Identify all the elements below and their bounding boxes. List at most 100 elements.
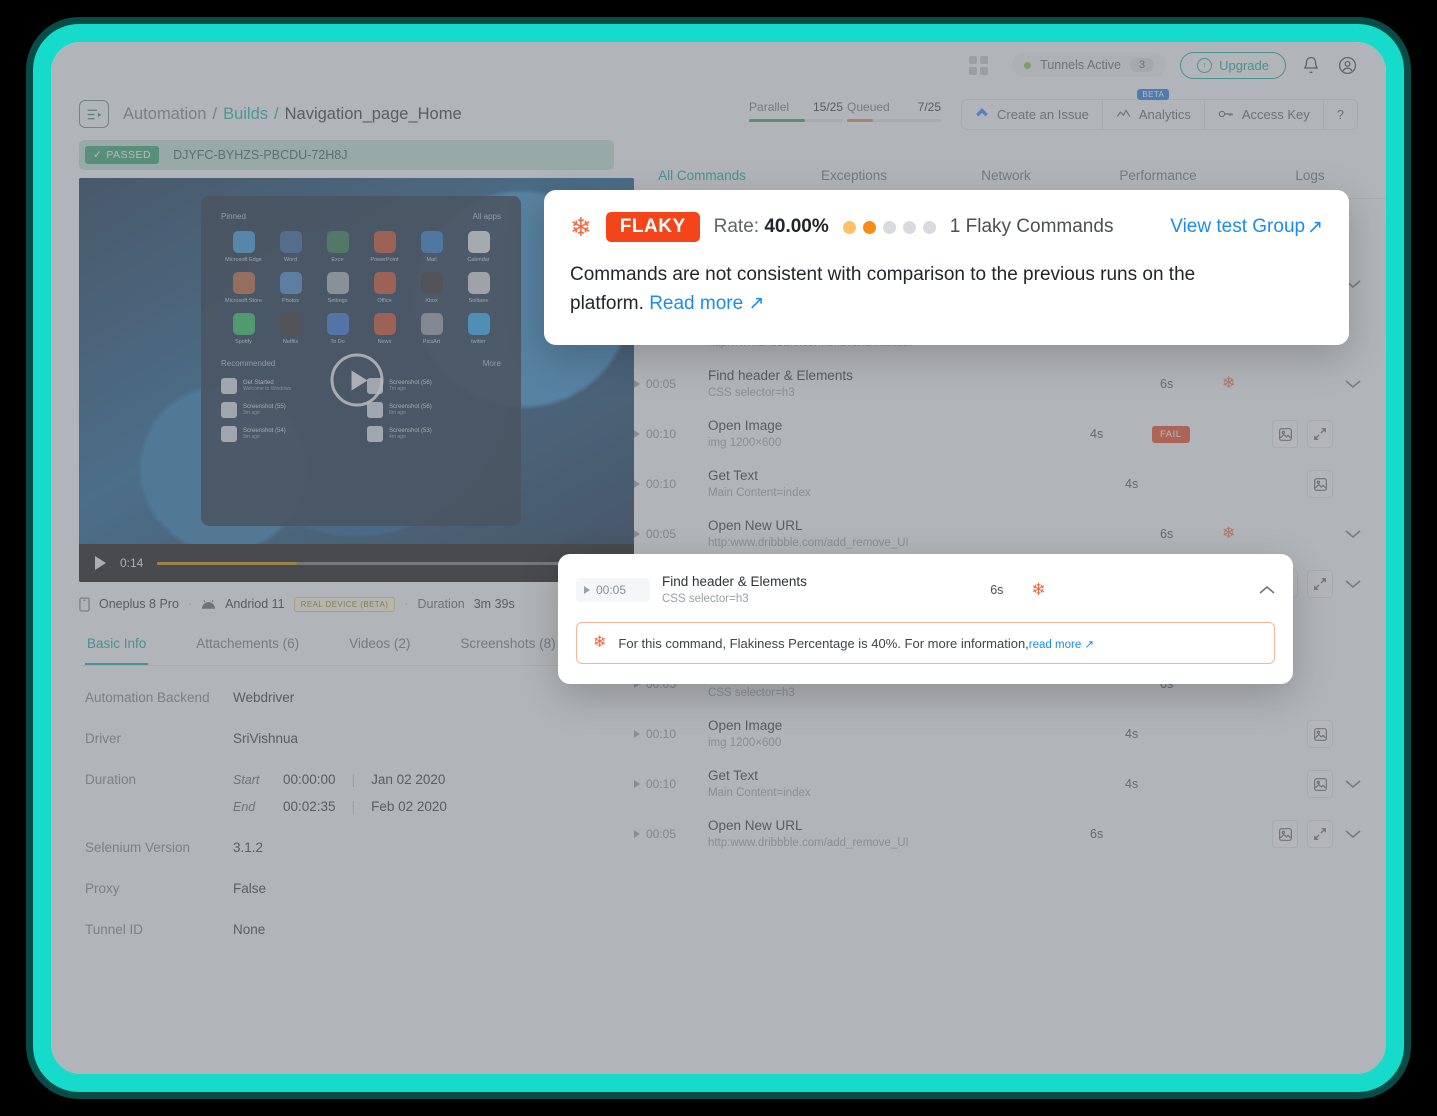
command-row[interactable]: 00:05 Open New URL http:www.dribbble.com/a… — [626, 809, 1378, 859]
play-triangle-icon — [634, 480, 640, 488]
player-controls: 0:14 2:25 — [79, 544, 634, 582]
command-row[interactable]: 00:10 Get Text Main Content=index 4s — [626, 759, 1378, 809]
left-tab-2[interactable]: Videos (2) — [347, 626, 412, 665]
command-duration: 6s — [1160, 377, 1174, 391]
analytics-label: Analytics — [1138, 106, 1191, 122]
flakiness-read-more-link[interactable]: read more ↗ — [1029, 639, 1094, 651]
left-tab-3[interactable]: Screenshots (8) — [458, 626, 557, 665]
left-tab-1[interactable]: Attachements (6) — [194, 626, 301, 665]
chevron-up-icon[interactable] — [1229, 585, 1275, 595]
screenshot-icon[interactable] — [1307, 470, 1333, 498]
analytics-button[interactable]: BETA Analytics — [1102, 88, 1205, 130]
stat-queued: Queued 7/25 — [847, 100, 945, 128]
command-timestamp[interactable]: 00:10 — [634, 477, 708, 491]
help-button[interactable]: ? — [1323, 98, 1358, 130]
app-icon — [326, 313, 349, 335]
flaky-popup: ❄ FLAKY Rate: 40.00% 1 Flaky Commands Vi… — [544, 190, 1349, 345]
command-timestamp[interactable]: 00:10 — [634, 777, 708, 791]
basic-info-table: Automation Backend Webdriver Driver SriV… — [79, 666, 614, 937]
command-row[interactable]: 00:10 Get Text Main Content=index 4s — [626, 459, 1378, 509]
android-icon — [201, 599, 216, 610]
screenshot-icon[interactable] — [1272, 820, 1298, 848]
command-timestamp[interactable]: 00:10 — [634, 727, 708, 741]
left-tab-0[interactable]: Basic Info — [85, 626, 149, 665]
play-icon[interactable] — [330, 353, 383, 407]
access-key-button[interactable]: Access Key — [1204, 98, 1324, 130]
info-value: 3.1.2 — [233, 840, 264, 855]
command-actions — [1307, 720, 1364, 748]
command-row[interactable]: 00:10 Open Image img 1200×600 4s — [626, 709, 1378, 759]
command-row[interactable]: 00:10 Open Image img 1200×600 4s FAIL — [626, 409, 1378, 459]
status-fail-badge: FAIL — [1152, 425, 1190, 443]
chevron-down-icon[interactable] — [1342, 779, 1364, 789]
command-actions — [1342, 379, 1364, 389]
stat-parallel-value: 15/25 — [813, 100, 844, 114]
app-icon — [467, 313, 490, 335]
view-test-group-label: View test Group — [1170, 215, 1306, 237]
command-subtitle: CSS selector=h3 — [708, 687, 795, 700]
account-icon[interactable] — [1336, 54, 1358, 76]
expand-icon[interactable] — [1307, 820, 1333, 848]
command-row[interactable]: 00:05 Open New URL http:www.dribbble.com/a… — [626, 509, 1378, 559]
start-menu-app: Calendar — [456, 231, 501, 263]
command-timestamp[interactable]: 00:05 — [634, 827, 708, 841]
question-icon: ? — [1336, 106, 1344, 122]
command-timestamp[interactable]: 00:05 — [576, 578, 650, 602]
flaky-read-more-link[interactable]: Read more ↗ — [649, 293, 764, 314]
chevron-down-icon[interactable] — [1342, 379, 1364, 389]
build-status-bar: ✓ PASSED DJYFC-BYHZS-PBCDU-72H8J — [79, 140, 614, 170]
menu-list-icon[interactable] — [79, 100, 109, 128]
app-switcher-icon[interactable] — [969, 55, 989, 75]
flaky-rate-label: Rate: — [713, 216, 760, 237]
breadcrumb-root[interactable]: Automation — [123, 105, 206, 124]
device-frame: Tunnels Active 3 ↑ Upgrade Automation / … — [33, 24, 1404, 1092]
command-title: Open New URL — [708, 817, 803, 833]
breadcrumb-builds-link[interactable]: Builds — [223, 105, 268, 124]
bell-icon[interactable] — [1300, 54, 1322, 76]
expand-icon[interactable] — [1307, 420, 1333, 448]
command-actions — [1307, 470, 1364, 498]
chevron-down-icon[interactable] — [1342, 529, 1364, 539]
start-menu-app: PowerPoint — [362, 231, 407, 263]
app-icon — [420, 313, 443, 335]
start-menu-app: PicsArt — [409, 313, 454, 345]
command-actions — [1307, 770, 1364, 798]
phone-icon — [79, 596, 90, 612]
recommended-item: Screenshot (56) 8m ago — [367, 402, 501, 418]
view-test-group-link[interactable]: View test Group ↗ — [1170, 216, 1323, 239]
start-menu-app: Xbox — [409, 272, 454, 304]
chevron-down-icon[interactable] — [1342, 829, 1364, 839]
duration-divider: | — [351, 772, 356, 787]
command-row[interactable]: 00:05 Find header & Elements CSS selector=… — [626, 359, 1378, 409]
create-an-issue-button[interactable]: Create an Issue — [961, 98, 1103, 130]
app-icon — [373, 231, 396, 253]
command-timestamp[interactable]: 00:10 — [634, 427, 708, 441]
file-icon — [367, 426, 383, 442]
player-progress-bar[interactable] — [157, 561, 581, 565]
info-key: Driver — [85, 731, 121, 746]
all-apps-label: All apps — [472, 212, 501, 221]
command-timestamp[interactable]: 00:05 — [634, 527, 708, 541]
app-label: Word — [283, 257, 298, 263]
command-timestamp[interactable]: 00:05 — [634, 377, 708, 391]
start-menu-app: Photos — [268, 272, 313, 304]
screenshot-icon[interactable] — [1272, 420, 1298, 448]
player-play-button[interactable] — [95, 556, 106, 570]
command-name-block: Find header & Elements CSS selector=h3 — [708, 366, 1160, 402]
tunnels-active-badge[interactable]: Tunnels Active 3 — [1012, 53, 1167, 77]
command-title: Open New URL — [708, 517, 803, 533]
tunnel-status-dot — [1024, 61, 1032, 69]
snowflake-icon: ❄ — [593, 634, 607, 651]
screenshot-icon[interactable] — [1307, 720, 1333, 748]
duration-value: 3m 39s — [473, 597, 515, 611]
expand-icon[interactable] — [1307, 570, 1333, 598]
chevron-down-icon[interactable] — [1342, 579, 1364, 589]
app-icon — [232, 313, 255, 335]
command-status: ❄ — [1222, 376, 1342, 392]
screenshot-icon[interactable] — [1307, 770, 1333, 798]
app-label: Calendar — [467, 257, 490, 263]
start-menu-app: Word — [268, 231, 313, 263]
info-key: Tunnel ID — [85, 922, 144, 937]
upgrade-button[interactable]: ↑ Upgrade — [1180, 51, 1286, 79]
start-menu-app: Microsoft Store — [221, 272, 266, 304]
